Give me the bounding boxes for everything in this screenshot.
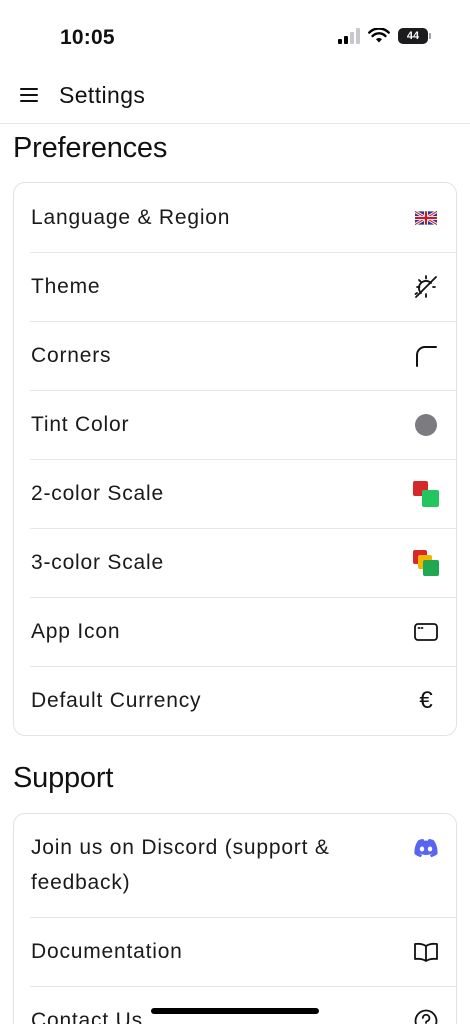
row-label: Tint Color xyxy=(31,413,130,436)
app-window-icon xyxy=(412,618,440,646)
settings-row-default-currency[interactable]: Default Currency € xyxy=(14,666,456,735)
settings-row-corners[interactable]: Corners xyxy=(14,321,456,390)
euro-icon: € xyxy=(419,686,433,714)
home-indicator xyxy=(151,1008,319,1014)
app-header: Settings xyxy=(0,70,470,124)
settings-row-discord[interactable]: Join us on Discord (support & feedback) xyxy=(14,814,456,917)
corner-icon xyxy=(412,342,440,370)
settings-row-3-color-scale[interactable]: 3-color Scale xyxy=(14,528,456,597)
row-label: App Icon xyxy=(31,620,121,643)
battery-icon: 44 xyxy=(398,28,431,44)
book-icon xyxy=(412,938,440,966)
row-label: 3-color Scale xyxy=(31,551,164,574)
cellular-signal-icon xyxy=(338,28,360,44)
row-label: 2-color Scale xyxy=(31,482,164,505)
settings-row-language-region[interactable]: Language & Region xyxy=(14,183,456,252)
row-label: Corners xyxy=(31,344,112,367)
three-color-scale-icon xyxy=(412,549,440,577)
section-title-support: Support xyxy=(13,762,114,794)
settings-row-2-color-scale[interactable]: 2-color Scale xyxy=(14,459,456,528)
settings-row-tint-color[interactable]: Tint Color xyxy=(14,390,456,459)
page-title: Settings xyxy=(59,82,146,108)
row-label: Default Currency xyxy=(31,689,202,712)
row-label: Documentation xyxy=(31,940,183,963)
status-bar: 10:05 44 xyxy=(0,0,470,70)
discord-icon xyxy=(412,834,440,862)
settings-row-contact-us[interactable]: Contact Us xyxy=(14,986,456,1024)
help-circle-icon xyxy=(412,1007,440,1024)
settings-row-theme[interactable]: Theme xyxy=(14,252,456,321)
two-color-scale-icon xyxy=(412,480,440,508)
support-card: Join us on Discord (support & feedback) … xyxy=(13,813,457,1024)
theme-icon xyxy=(412,273,440,301)
row-label: Theme xyxy=(31,275,101,298)
settings-row-documentation[interactable]: Documentation xyxy=(14,917,456,986)
wifi-icon xyxy=(368,28,390,43)
section-title-preferences: Preferences xyxy=(13,132,168,164)
row-label: Join us on Discord (support & feedback) xyxy=(31,836,330,894)
status-time: 10:05 xyxy=(60,26,115,49)
tint-swatch xyxy=(415,413,437,436)
uk-flag-icon xyxy=(412,204,440,232)
status-icons: 44 xyxy=(338,28,431,44)
settings-row-app-icon[interactable]: App Icon xyxy=(14,597,456,666)
row-label: Language & Region xyxy=(31,206,231,229)
hamburger-menu-icon[interactable] xyxy=(20,85,40,105)
preferences-card: Language & Region Theme Corners Tint Col… xyxy=(13,182,457,736)
battery-level: 44 xyxy=(406,30,420,42)
tint-dot-icon xyxy=(412,411,440,439)
